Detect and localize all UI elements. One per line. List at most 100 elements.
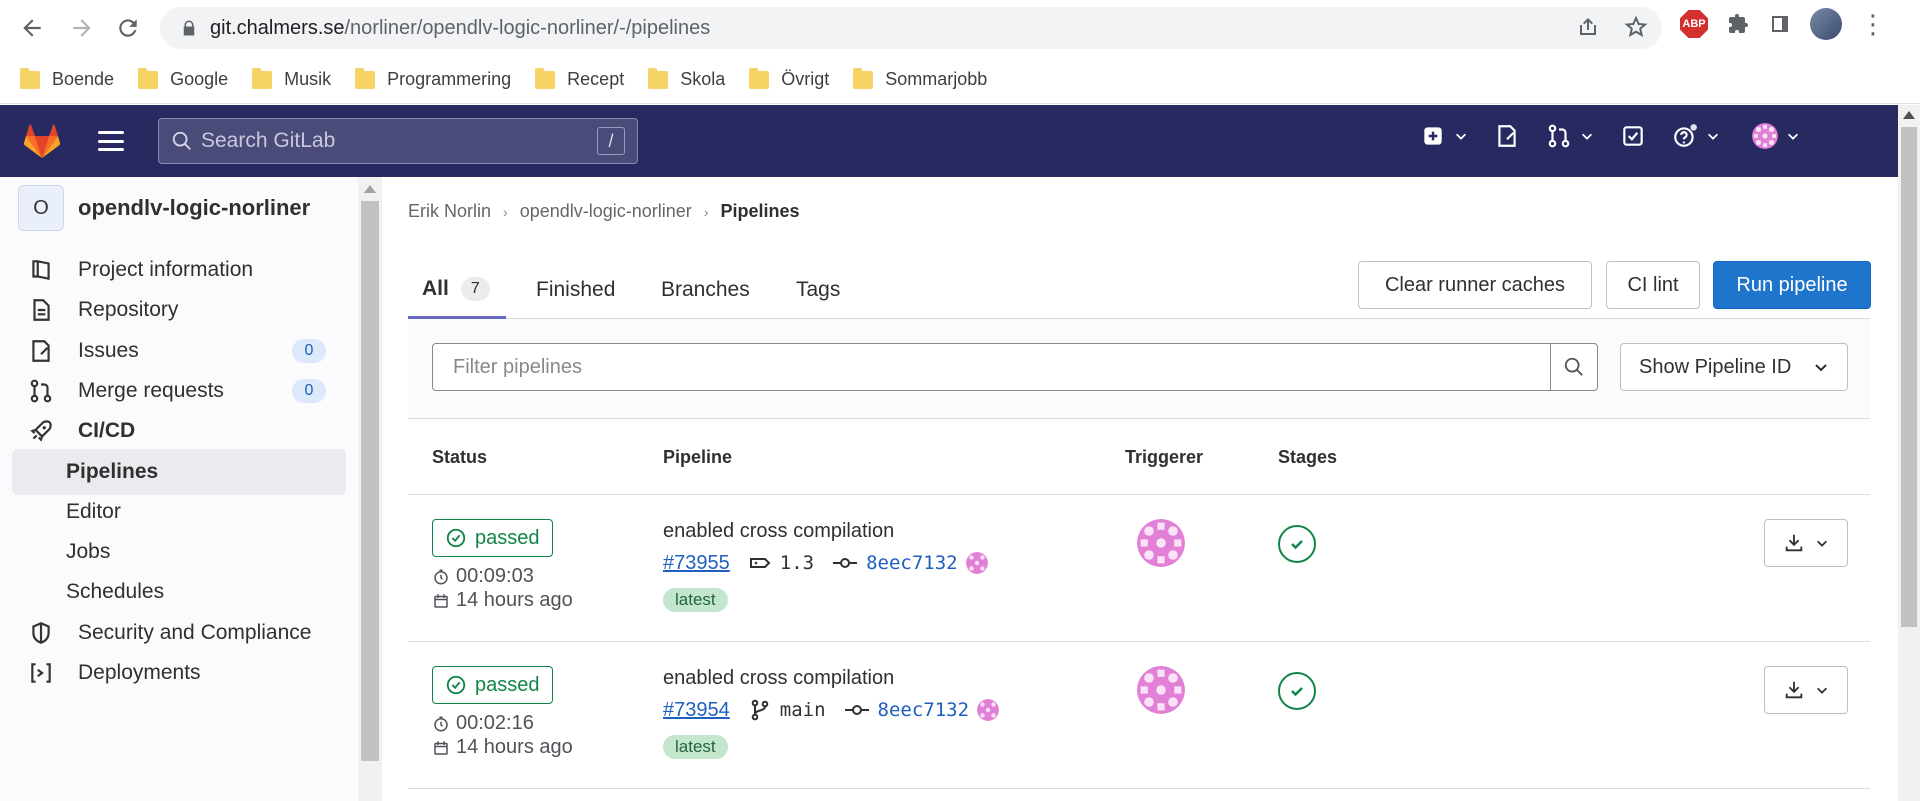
bookmark-folder[interactable]: Sommarjobb bbox=[853, 67, 987, 90]
tab-finished[interactable]: Finished bbox=[536, 261, 615, 319]
sidebar-sub-schedules[interactable]: Schedules bbox=[12, 569, 346, 615]
lock-icon bbox=[183, 20, 195, 36]
status-badge[interactable]: passed bbox=[432, 519, 553, 557]
reload-icon bbox=[119, 19, 137, 37]
bookmark-folder[interactable]: Recept bbox=[535, 67, 624, 90]
sidebar-item-deployments[interactable]: Deployments bbox=[12, 650, 346, 696]
breadcrumb-current[interactable]: Pipelines bbox=[720, 201, 799, 222]
stage-status-icon[interactable] bbox=[1278, 672, 1316, 710]
sidebar-item-cicd[interactable]: CI/CD bbox=[12, 408, 346, 454]
side-panel-icon[interactable] bbox=[1768, 12, 1792, 36]
tab-branches[interactable]: Branches bbox=[661, 261, 750, 319]
tab-tags[interactable]: Tags bbox=[796, 261, 840, 319]
reload-button[interactable] bbox=[108, 8, 148, 48]
new-item-dropdown[interactable] bbox=[1420, 123, 1468, 149]
finished-time: 14 hours ago bbox=[432, 589, 573, 612]
project-header[interactable]: O opendlv-logic-norliner bbox=[18, 185, 310, 231]
filter-pipelines-input[interactable]: Filter pipelines bbox=[432, 343, 1551, 391]
commit-icon bbox=[844, 705, 869, 715]
profile-avatar[interactable] bbox=[1810, 8, 1842, 40]
todos-shortcut[interactable] bbox=[1620, 123, 1646, 149]
bookmark-folder[interactable]: Skola bbox=[648, 67, 725, 90]
user-menu[interactable] bbox=[1752, 123, 1800, 149]
ci-lint-button[interactable]: CI lint bbox=[1606, 261, 1700, 309]
commit-title[interactable]: enabled cross compilation bbox=[663, 520, 894, 543]
search-input[interactable]: Search GitLab / bbox=[158, 118, 638, 164]
stage-status-icon[interactable] bbox=[1278, 525, 1316, 563]
bookmark-folder[interactable]: Programmering bbox=[355, 67, 511, 90]
share-icon[interactable] bbox=[1576, 15, 1600, 39]
arrow-right-icon bbox=[73, 19, 91, 37]
merge-requests-dropdown[interactable] bbox=[1546, 123, 1594, 149]
bookmark-folder[interactable]: Boende bbox=[20, 67, 114, 90]
arrow-left-icon bbox=[23, 19, 41, 37]
show-pipeline-id-dropdown[interactable]: Show Pipeline ID bbox=[1620, 343, 1848, 391]
calendar-icon bbox=[434, 740, 448, 755]
chevron-down-icon bbox=[1456, 133, 1466, 140]
run-pipeline-button[interactable]: Run pipeline bbox=[1713, 261, 1871, 309]
commit-sha-link[interactable]: 8eec7132 bbox=[832, 552, 958, 574]
check-icon bbox=[1291, 687, 1303, 697]
folder-icon bbox=[853, 67, 874, 89]
folder-icon bbox=[535, 67, 556, 89]
page-scrollbar[interactable] bbox=[1898, 105, 1920, 801]
back-button[interactable] bbox=[12, 8, 52, 48]
status-badge[interactable]: passed bbox=[432, 666, 553, 704]
user-avatar bbox=[1752, 123, 1778, 149]
chevron-down-icon bbox=[1582, 133, 1592, 140]
download-artifacts-dropdown[interactable] bbox=[1764, 519, 1848, 567]
sidebar-scrollbar[interactable] bbox=[358, 177, 382, 801]
address-bar[interactable]: git.chalmers.se/norliner/opendlv-logic-n… bbox=[160, 7, 1662, 49]
scroll-up-arrow[interactable] bbox=[1903, 111, 1915, 119]
sidebar-item-repository[interactable]: Repository bbox=[12, 287, 346, 333]
commit-author-avatar[interactable] bbox=[965, 552, 988, 574]
commit-title[interactable]: enabled cross compilation bbox=[663, 667, 894, 690]
timer-icon bbox=[434, 716, 448, 731]
project-name: opendlv-logic-norliner bbox=[78, 195, 311, 220]
download-artifacts-dropdown[interactable] bbox=[1764, 666, 1848, 714]
folder-icon bbox=[252, 67, 273, 89]
scroll-up-arrow[interactable] bbox=[364, 185, 376, 193]
filter-search-button[interactable] bbox=[1550, 343, 1598, 391]
check-circle-icon bbox=[446, 675, 466, 695]
triggerer-avatar[interactable] bbox=[1137, 519, 1185, 567]
table-row: passed 00:09:03 14 hours ago enabled cro… bbox=[408, 495, 1870, 642]
star-icon[interactable] bbox=[1624, 15, 1648, 39]
puzzle-icon[interactable] bbox=[1726, 12, 1750, 36]
triggerer-avatar[interactable] bbox=[1137, 666, 1185, 714]
ref-link[interactable]: 1.3 bbox=[748, 551, 814, 575]
scrollbar-thumb[interactable] bbox=[361, 201, 379, 761]
duration: 00:02:16 bbox=[432, 712, 534, 735]
pipeline-info: #73955 1.3 8eec7132 bbox=[663, 551, 988, 575]
tab-all[interactable]: All 7 bbox=[408, 261, 506, 319]
help-icon bbox=[1674, 124, 1697, 147]
gitlab-logo-icon[interactable] bbox=[22, 121, 62, 161]
main-content: Erik Norlin › opendlv-logic-norliner › P… bbox=[408, 177, 1871, 801]
forward-button[interactable] bbox=[62, 8, 102, 48]
latest-badge: latest bbox=[663, 735, 728, 759]
issues-shortcut[interactable] bbox=[1494, 123, 1520, 149]
pipeline-id-link[interactable]: #73955 bbox=[663, 552, 730, 575]
adblock-icon[interactable]: ABP bbox=[1680, 10, 1708, 38]
browser-toolbar: git.chalmers.se/norliner/opendlv-logic-n… bbox=[0, 0, 1920, 56]
pipeline-id-link[interactable]: #73954 bbox=[663, 699, 730, 722]
help-dropdown[interactable] bbox=[1672, 123, 1720, 149]
ref-link[interactable]: main bbox=[748, 698, 826, 722]
commit-author-avatar[interactable] bbox=[977, 699, 1000, 721]
column-header-triggerer: Triggerer bbox=[1125, 447, 1204, 467]
breadcrumb-user[interactable]: Erik Norlin bbox=[408, 201, 491, 222]
clear-runner-caches-button[interactable]: Clear runner caches bbox=[1358, 261, 1592, 309]
merge-request-icon bbox=[30, 379, 52, 403]
bookmark-folder[interactable]: Övrigt bbox=[749, 67, 829, 90]
bookmark-folder[interactable]: Musik bbox=[252, 67, 331, 90]
scrollbar-thumb[interactable] bbox=[1901, 127, 1917, 627]
menu-icon[interactable] bbox=[98, 131, 124, 151]
issues-icon bbox=[32, 340, 50, 362]
issues-count-badge: 0 bbox=[292, 339, 326, 363]
breadcrumb-project[interactable]: opendlv-logic-norliner bbox=[520, 201, 692, 222]
kebab-menu-icon[interactable]: ⋮ bbox=[1860, 11, 1886, 37]
bookmark-folder[interactable]: Google bbox=[138, 67, 228, 90]
calendar-icon bbox=[434, 593, 448, 608]
chevron-down-icon bbox=[1788, 133, 1798, 140]
commit-sha-link[interactable]: 8eec7132 bbox=[844, 699, 969, 721]
